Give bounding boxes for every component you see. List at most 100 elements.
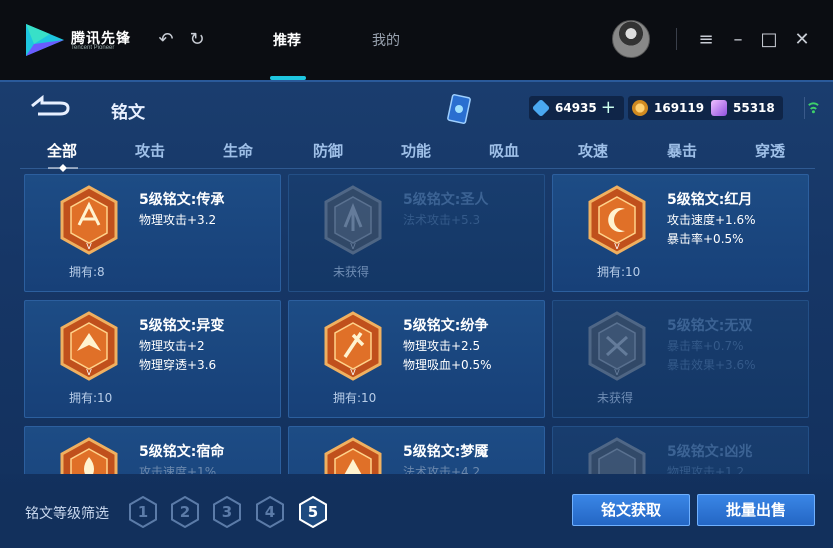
category-tab-attack-speed[interactable]: 攻速 bbox=[578, 140, 608, 161]
svg-text:V: V bbox=[350, 368, 356, 377]
bottom-bar: 铭文等级筛选 1 2 3 4 5 铭文获取 批量出售 bbox=[0, 474, 833, 548]
rune-card[interactable]: 5级铭文:宿命 攻击速度+1% bbox=[24, 426, 281, 474]
rune-grid: V 5级铭文:传承 物理攻击+3.2 拥有:8 V 5级铭文:圣人 法术攻击+5… bbox=[0, 174, 833, 474]
rune-emblem-icon: V bbox=[588, 185, 646, 255]
rune-attribute: 法术攻击+5.3 bbox=[403, 213, 481, 227]
category-tab-attack[interactable]: 攻击 bbox=[135, 140, 165, 161]
category-tab-function[interactable]: 功能 bbox=[401, 140, 431, 161]
divider bbox=[676, 28, 677, 50]
level-filter-4[interactable]: 4 bbox=[256, 495, 284, 529]
title-bar: 腾讯先锋 Tencent Pioneer ↶ ↻ 推荐 我的 ≡ – □ ✕ bbox=[0, 0, 833, 80]
rune-card[interactable]: 5级铭文:凶兆 物理攻击+1.2 bbox=[552, 426, 809, 474]
svg-text:V: V bbox=[86, 242, 92, 251]
level-filter-label: 铭文等级筛选 bbox=[25, 506, 109, 522]
level-filter-number: 4 bbox=[264, 503, 276, 521]
user-avatar[interactable] bbox=[612, 20, 650, 58]
level-filter-number: 2 bbox=[179, 503, 191, 521]
rune-name: 5级铭文:凶兆 bbox=[667, 444, 753, 460]
rune-card[interactable]: V 5级铭文:无双 暴击率+0.7% 暴击效果+3.6% 未获得 bbox=[552, 300, 809, 418]
bulk-sell-button[interactable]: 批量出售 bbox=[697, 494, 815, 526]
tab-mine[interactable]: 我的 bbox=[372, 30, 400, 50]
rune-attribute: 暴击率+0.5% bbox=[667, 232, 744, 246]
level-filter-3[interactable]: 3 bbox=[213, 495, 241, 529]
diamond-icon bbox=[531, 98, 551, 118]
rune-attribute: 暴击效果+3.6% bbox=[667, 358, 756, 372]
rune-owned-count: 拥有:10 bbox=[597, 265, 641, 279]
category-divider bbox=[20, 168, 815, 169]
minimize-icon[interactable]: – bbox=[728, 30, 748, 50]
rune-emblem-icon: V bbox=[60, 311, 118, 381]
level-filter-number: 1 bbox=[137, 503, 149, 521]
add-diamond-icon[interactable]: + bbox=[601, 99, 616, 117]
rune-owned-count: 拥有:10 bbox=[333, 391, 377, 405]
rune-name: 5级铭文:传承 bbox=[139, 192, 225, 208]
rune-attribute: 物理攻击+3.2 bbox=[139, 213, 217, 227]
rune-owned-count: 拥有:8 bbox=[69, 265, 105, 279]
app-subtitle: Tencent Pioneer bbox=[71, 45, 115, 51]
rune-card[interactable]: V 5级铭文:纷争 物理攻击+2.5 物理吸血+0.5% 拥有:10 bbox=[288, 300, 545, 418]
rune-emblem-icon: V bbox=[60, 185, 118, 255]
maximize-icon[interactable]: □ bbox=[759, 30, 779, 50]
rune-card[interactable]: 5级铭文:梦魇 法术攻击+4.2 bbox=[288, 426, 545, 474]
svg-text:V: V bbox=[350, 242, 356, 251]
rune-name: 5级铭文:纷争 bbox=[403, 318, 489, 334]
coin-icon bbox=[632, 100, 648, 116]
tab-recommend[interactable]: 推荐 bbox=[273, 30, 301, 50]
rune-name: 5级铭文:异变 bbox=[139, 318, 225, 334]
rune-card[interactable]: V 5级铭文:圣人 法术攻击+5.3 未获得 bbox=[288, 174, 545, 292]
rune-name: 5级铭文:红月 bbox=[667, 192, 753, 208]
rune-owned-count: 未获得 bbox=[333, 265, 370, 279]
close-icon[interactable]: ✕ bbox=[792, 30, 812, 50]
app-logo-icon bbox=[26, 24, 64, 56]
rune-attribute: 物理攻击+2 bbox=[139, 339, 205, 353]
page-title: 铭文 bbox=[111, 103, 145, 123]
rune-name: 5级铭文:梦魇 bbox=[403, 444, 489, 460]
rune-name: 5级铭文:无双 bbox=[667, 318, 753, 334]
rune-name: 5级铭文:宿命 bbox=[139, 444, 225, 460]
rune-attribute: 暴击率+0.7% bbox=[667, 339, 744, 353]
rune-emblem-icon bbox=[324, 437, 382, 474]
svg-text:V: V bbox=[614, 242, 620, 251]
svg-text:V: V bbox=[614, 368, 620, 377]
rune-emblem-icon bbox=[60, 437, 118, 474]
rune-emblem-icon: V bbox=[588, 311, 646, 381]
rune-name: 5级铭文:圣人 bbox=[403, 192, 489, 208]
signal-icon bbox=[804, 97, 819, 119]
rune-attribute: 物理穿透+3.6 bbox=[139, 358, 217, 372]
level-filter-number: 5 bbox=[307, 503, 319, 521]
currency-coin: 169119 bbox=[628, 96, 713, 120]
category-tab-all[interactable]: 全部 bbox=[47, 140, 77, 161]
back-icon[interactable] bbox=[28, 94, 72, 118]
acquire-rune-button[interactable]: 铭文获取 bbox=[572, 494, 690, 526]
rune-card[interactable]: V 5级铭文:红月 攻击速度+1.6% 暴击率+0.5% 拥有:10 bbox=[552, 174, 809, 292]
category-tab-penetration[interactable]: 穿透 bbox=[755, 140, 785, 161]
category-tab-defense[interactable]: 防御 bbox=[313, 140, 343, 161]
currency-diamond: 64935 + bbox=[529, 96, 624, 120]
rune-owned-count: 拥有:10 bbox=[69, 391, 113, 405]
rune-attribute: 物理吸血+0.5% bbox=[403, 358, 492, 372]
gem-value: 55318 bbox=[733, 101, 775, 115]
active-category-marker bbox=[48, 164, 78, 172]
menu-icon[interactable]: ≡ bbox=[696, 30, 716, 50]
gem-icon bbox=[711, 100, 727, 116]
rune-attribute: 法术攻击+4.2 bbox=[403, 465, 481, 474]
rune-card[interactable]: V 5级铭文:异变 物理攻击+2 物理穿透+3.6 拥有:10 bbox=[24, 300, 281, 418]
currency-gem: 55318 bbox=[707, 96, 783, 120]
level-filter-1[interactable]: 1 bbox=[129, 495, 157, 529]
rune-owned-count: 未获得 bbox=[597, 391, 634, 405]
rune-card-icon[interactable] bbox=[446, 94, 472, 124]
rune-card[interactable]: V 5级铭文:传承 物理攻击+3.2 拥有:8 bbox=[24, 174, 281, 292]
rune-panel: 铭文 64935 + 169119 55318 全部 攻击 生命 防御 功能 吸… bbox=[0, 80, 833, 548]
level-filter-number: 3 bbox=[221, 503, 233, 521]
level-filter-5[interactable]: 5 bbox=[299, 495, 327, 529]
category-tab-crit[interactable]: 暴击 bbox=[667, 140, 697, 161]
rune-emblem-icon: V bbox=[324, 185, 382, 255]
coin-value: 169119 bbox=[654, 101, 705, 115]
rune-emblem-icon: V bbox=[324, 311, 382, 381]
rune-emblem-icon bbox=[588, 437, 646, 474]
undo-icon[interactable]: ↶ bbox=[156, 30, 176, 50]
category-tab-lifesteal[interactable]: 吸血 bbox=[489, 140, 519, 161]
refresh-icon[interactable]: ↻ bbox=[187, 30, 207, 50]
level-filter-2[interactable]: 2 bbox=[171, 495, 199, 529]
category-tab-health[interactable]: 生命 bbox=[223, 140, 253, 161]
